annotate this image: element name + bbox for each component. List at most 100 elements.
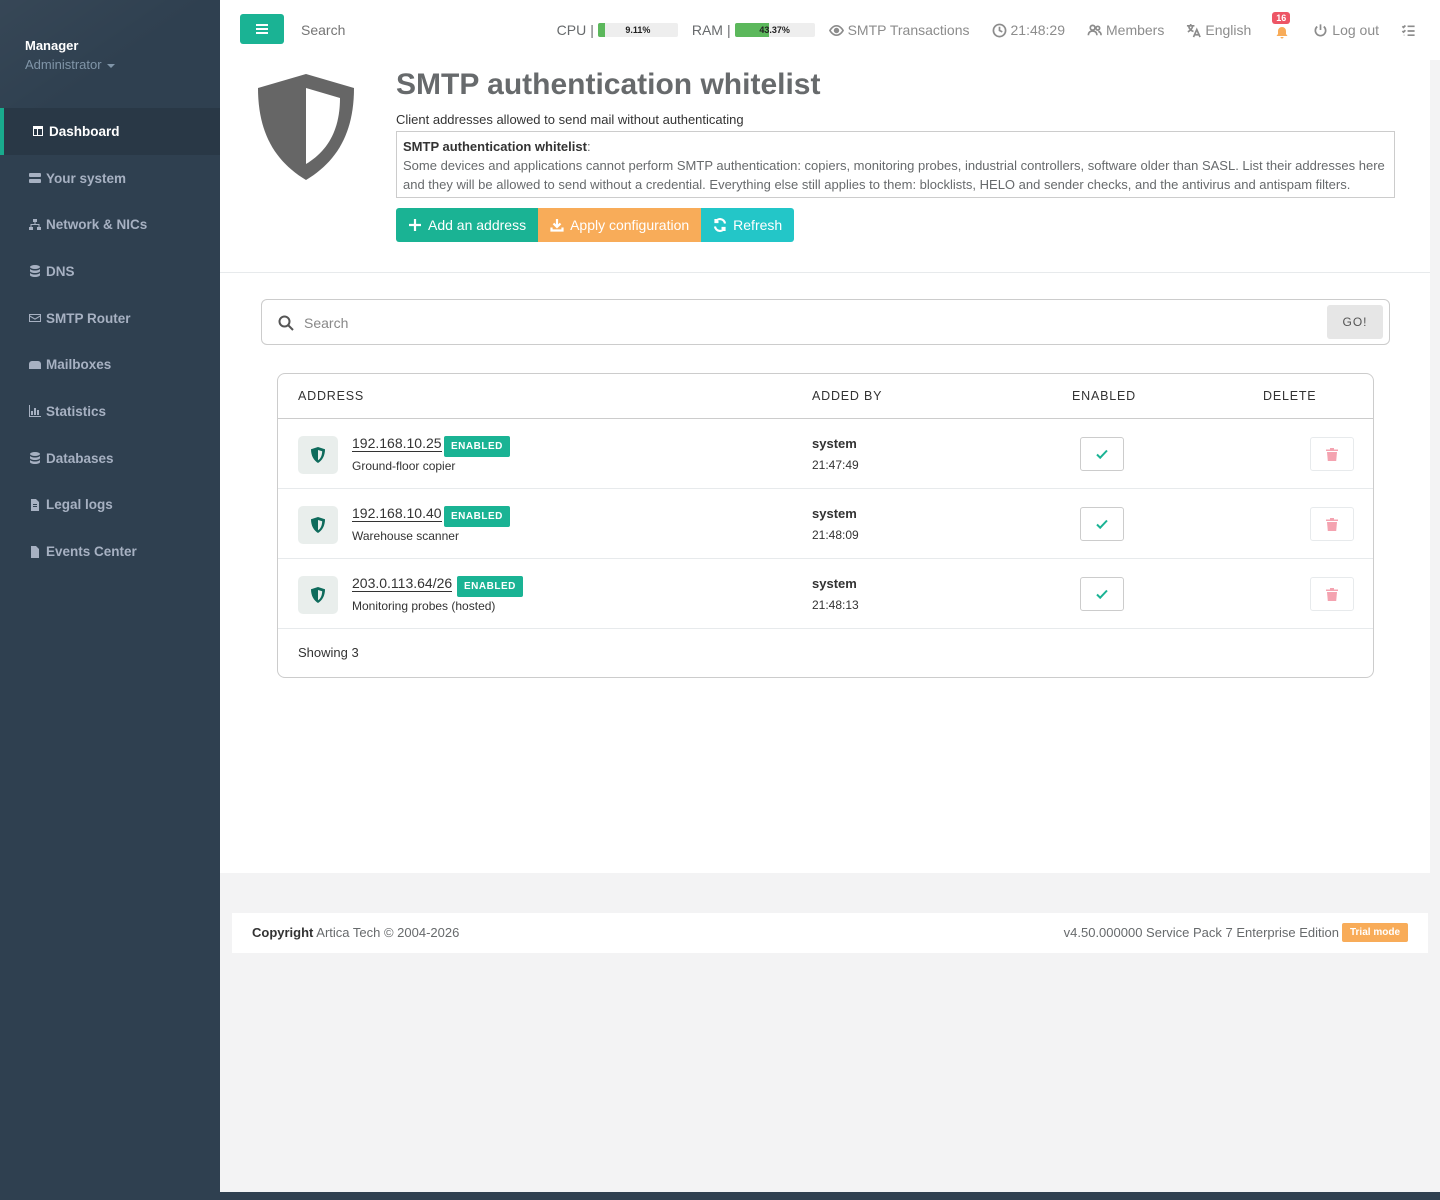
refresh-button[interactable]: Refresh — [701, 208, 795, 242]
address-description: Monitoring probes (hosted) — [352, 599, 496, 613]
action-buttons: Add an address Apply configuration Refre… — [396, 208, 795, 242]
go-button[interactable]: GO! — [1327, 305, 1383, 339]
enabled-toggle[interactable] — [1080, 577, 1124, 611]
trash-icon — [1326, 517, 1338, 531]
users-icon — [1087, 24, 1102, 35]
smtp-transactions-link[interactable]: SMTP Transactions — [828, 22, 970, 38]
sidebar-item-label: Databases — [46, 450, 114, 466]
sidebar-item-dashboard[interactable]: Dashboard — [0, 108, 220, 155]
language-label: English — [1205, 22, 1252, 38]
menu-toggle-button[interactable] — [240, 14, 284, 44]
table-icon — [31, 124, 45, 138]
trial-mode-badge: Trial mode — [1341, 923, 1408, 942]
sidebar-item-network[interactable]: Network & NICs — [0, 201, 220, 248]
add-address-button[interactable]: Add an address — [396, 208, 539, 242]
address-link[interactable]: 192.168.10.40 — [352, 506, 442, 522]
ram-meter: RAM | 43.37% — [692, 22, 815, 38]
check-icon — [1096, 589, 1108, 600]
sidebar-item-statistics[interactable]: Statistics — [0, 388, 220, 435]
column-header-delete: DELETE — [1263, 389, 1317, 403]
table-row: 192.168.10.40 ENABLED Warehouse scanner … — [278, 489, 1373, 559]
cpu-value: 9.11% — [625, 25, 651, 35]
copyright-label: Copyright — [252, 925, 314, 940]
added-time: 21:47:49 — [812, 458, 859, 472]
tasks-toggle[interactable] — [1401, 23, 1420, 38]
check-icon — [1096, 519, 1108, 530]
sidebar-item-label: Legal logs — [46, 497, 113, 513]
members-link[interactable]: Members — [1087, 22, 1164, 38]
added-time: 21:48:09 — [812, 528, 859, 542]
address-link[interactable]: 203.0.113.64/26 — [352, 576, 453, 592]
trash-icon — [1326, 587, 1338, 601]
column-header-address: ADDRESS — [298, 389, 365, 403]
power-icon — [1314, 23, 1327, 37]
column-header-enabled: ENABLED — [1072, 389, 1136, 403]
address-description: Ground-floor copier — [352, 459, 456, 473]
server-icon — [28, 171, 42, 185]
enabled-toggle[interactable] — [1080, 507, 1124, 541]
delete-button[interactable] — [1310, 437, 1354, 471]
copyright-text: Artica Tech © 2004-2026 — [316, 925, 460, 940]
table-row: 203.0.113.64/26 ENABLED Monitoring probe… — [278, 559, 1373, 629]
trash-icon — [1326, 447, 1338, 461]
sidebar-item-label: Statistics — [46, 403, 107, 419]
logout-link[interactable]: Log out — [1313, 22, 1379, 38]
shield-icon — [258, 74, 354, 180]
sidebar-item-legal-logs[interactable]: Legal logs — [0, 482, 220, 529]
ram-separator: | — [726, 22, 731, 38]
add-address-label: Add an address — [428, 217, 527, 233]
status-badge: ENABLED — [457, 576, 523, 597]
whitelist-table: ADDRESS ADDED BY ENABLED DELETE 192.168.… — [277, 373, 1374, 678]
sidebar-item-label: Your system — [46, 170, 127, 186]
address-link[interactable]: 192.168.10.25 — [352, 436, 442, 452]
status-badge: ENABLED — [444, 436, 510, 457]
profile: Manager Administrator — [0, 0, 220, 108]
ram-value: 43.37% — [759, 25, 790, 35]
bell-icon — [1276, 27, 1288, 39]
envelope-icon — [28, 311, 42, 325]
sidebar-item-label: Network & NICs — [46, 217, 148, 233]
table-search-input[interactable]: Search — [304, 315, 348, 331]
plus-icon — [409, 219, 421, 231]
sidebar-item-your-system[interactable]: Your system — [0, 155, 220, 202]
apply-configuration-label: Apply configuration — [570, 217, 690, 233]
bar-chart-icon — [28, 404, 42, 418]
added-by: system — [812, 436, 857, 451]
sidebar-item-smtp-router[interactable]: SMTP Router — [0, 295, 220, 342]
main-content: SMTP authentication whitelist Client add… — [220, 60, 1430, 873]
refresh-label: Refresh — [733, 217, 783, 233]
clock-time: 21:48:29 — [1010, 22, 1066, 38]
caret-down-icon — [106, 63, 115, 68]
delete-button[interactable] — [1310, 507, 1354, 541]
profile-name: Manager — [25, 38, 79, 53]
row-shield-icon — [298, 436, 338, 474]
profile-role-dropdown[interactable]: Administrator — [25, 57, 115, 72]
logout-label: Log out — [1332, 22, 1379, 38]
table-search-box[interactable]: Search GO! — [261, 299, 1390, 345]
sidebar-item-dns[interactable]: DNS — [0, 248, 220, 295]
version-text: v4.50.000000 Service Pack 7 Enterprise E… — [1063, 925, 1339, 940]
enabled-toggle[interactable] — [1080, 437, 1124, 471]
added-by: system — [812, 506, 857, 521]
column-header-added-by: ADDED BY — [812, 389, 883, 403]
top-right-items: CPU | 9.11% RAM | 43.37% SMTP Transactio… — [557, 0, 1420, 60]
language-selector[interactable]: English — [1186, 22, 1251, 38]
sidebar-item-mailboxes[interactable]: Mailboxes — [0, 341, 220, 388]
notifications-button[interactable]: 16 — [1272, 12, 1291, 40]
sidebar-item-label: SMTP Router — [46, 310, 131, 326]
row-shield-icon — [298, 506, 338, 544]
page-subtitle: Client addresses allowed to send mail wi… — [396, 112, 744, 127]
sidebar-item-events-center[interactable]: Events Center — [0, 528, 220, 575]
sidebar-item-databases[interactable]: Databases — [0, 435, 220, 482]
version-info: v4.50.000000 Service Pack 7 Enterprise E… — [1064, 923, 1408, 942]
smtp-transactions-label: SMTP Transactions — [847, 22, 970, 38]
clock-icon — [992, 23, 1006, 37]
top-search-input[interactable] — [301, 22, 451, 38]
sidebar-nav: Dashboard Your system Network & NICs DNS… — [0, 108, 220, 575]
apply-configuration-button[interactable]: Apply configuration — [538, 208, 702, 242]
eye-icon — [828, 24, 844, 36]
cpu-separator: | — [590, 22, 594, 38]
database-icon — [28, 451, 42, 465]
delete-button[interactable] — [1310, 577, 1354, 611]
added-by: system — [812, 576, 857, 591]
